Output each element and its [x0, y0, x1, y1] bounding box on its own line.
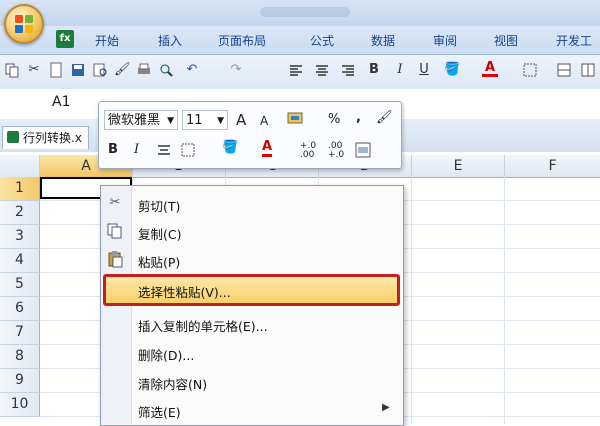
font-name-combo[interactable]: 微软雅黑 ▼ [104, 110, 178, 130]
fill-color-icon[interactable]: 🪣 [222, 140, 238, 155]
excel-file-icon [7, 131, 19, 143]
tab-view[interactable]: 视图 [494, 32, 518, 49]
redo-icon[interactable]: ↷ [228, 62, 244, 78]
tab-developer[interactable]: 开发工 [556, 32, 592, 49]
borders-icon[interactable] [522, 62, 538, 78]
bold-button[interactable]: B [366, 62, 382, 78]
submenu-arrow-icon: ▶ [382, 402, 390, 413]
tab-page-layout[interactable]: 页面布局 [218, 32, 266, 49]
name-box[interactable]: A1 [52, 94, 70, 110]
row-header-7[interactable]: 7 [0, 321, 40, 345]
office-logo-tile [25, 15, 33, 23]
menu-item-clear-contents[interactable]: 清除内容(N) [138, 374, 207, 393]
row-header-bar: 1 2 3 4 5 6 7 8 9 10 [0, 177, 40, 424]
cut-icon[interactable]: ✂ [26, 62, 42, 78]
tab-formulas[interactable]: 公式 [310, 32, 334, 49]
grid-line [504, 177, 505, 424]
row-header-1[interactable]: 1 [0, 177, 40, 201]
menu-item-copy[interactable]: 复制(C) [138, 224, 181, 243]
excel-icon[interactable]: fx [56, 30, 74, 48]
merge-cells-icon[interactable] [556, 62, 572, 78]
column-header-e[interactable]: E [412, 155, 505, 177]
office-logo-tile [25, 25, 33, 33]
format-painter-icon[interactable]: 🖌 [376, 110, 393, 125]
office-logo-tile [15, 25, 23, 33]
title-text-blurred [260, 7, 350, 17]
row-header-3[interactable]: 3 [0, 225, 40, 249]
increase-decimal-button[interactable]: +.0 .00 [300, 142, 322, 160]
office-logo-tile [15, 15, 23, 23]
shrink-font-button[interactable]: A [260, 114, 268, 128]
grow-font-button[interactable]: A [236, 111, 246, 129]
format-painter-icon[interactable]: 🖌 [114, 62, 131, 78]
undo-icon[interactable]: ↶ [184, 62, 200, 78]
tab-insert[interactable]: 插入 [158, 32, 182, 49]
new-icon[interactable] [48, 62, 64, 78]
row-header-2[interactable]: 2 [0, 201, 40, 225]
menu-item-delete[interactable]: 删除(D)... [138, 345, 194, 364]
menu-item-paste-special[interactable]: 选择性粘贴(V)... [138, 282, 231, 301]
tab-data[interactable]: 数据 [371, 32, 395, 49]
row-header-8[interactable]: 8 [0, 345, 40, 369]
decrease-decimal-button[interactable]: .00 +.0 [328, 142, 350, 160]
italic-button[interactable]: I [134, 142, 139, 157]
percent-style-button[interactable]: % [328, 112, 340, 127]
copy-icon[interactable] [4, 62, 20, 78]
font-color-button[interactable]: A [262, 140, 273, 157]
bold-button[interactable]: B [108, 142, 118, 157]
font-color-button[interactable]: A [482, 61, 498, 77]
row-header-6[interactable]: 6 [0, 297, 40, 321]
select-all-corner[interactable] [0, 155, 40, 177]
align-left-icon[interactable] [288, 62, 304, 78]
save-icon[interactable] [70, 62, 86, 78]
paste-icon [108, 251, 123, 268]
font-name-value: 微软雅黑 [108, 113, 161, 128]
font-size-value: 11 [186, 113, 203, 128]
row-header-5[interactable]: 5 [0, 273, 40, 297]
align-center-icon[interactable] [314, 62, 330, 78]
italic-button[interactable]: I [392, 62, 408, 78]
chevron-down-icon: ▼ [167, 116, 174, 126]
zoom-icon[interactable] [158, 62, 174, 78]
workbook-tab[interactable]: 行列转换.x [2, 126, 89, 149]
copy-icon [107, 223, 122, 239]
cut-icon: ✂ [109, 195, 121, 210]
menu-item-paste[interactable]: 粘贴(P) [138, 252, 180, 271]
font-size-combo[interactable]: 11 ▼ [182, 110, 228, 130]
chevron-down-icon: ▼ [217, 116, 224, 126]
underline-button[interactable]: U [416, 62, 432, 78]
tab-review[interactable]: 审阅 [433, 32, 457, 49]
print-preview-icon[interactable] [92, 62, 108, 78]
grid-line [411, 177, 412, 424]
wrap-text-icon[interactable] [580, 62, 596, 78]
workbook-tab-label: 行列转换.x [23, 131, 82, 145]
menu-item-insert-copied-cells[interactable]: 插入复制的单元格(E)... [138, 316, 268, 335]
column-header-f[interactable]: F [505, 155, 600, 177]
print-icon[interactable] [136, 62, 152, 78]
menu-item-cut[interactable]: 剪切(T) [138, 196, 180, 215]
title-bar [0, 0, 600, 26]
align-right-icon[interactable] [340, 62, 356, 78]
row-header-10[interactable]: 10 [0, 393, 40, 417]
merge-cells-icon[interactable] [354, 141, 372, 159]
comma-style-button[interactable]: , [356, 110, 361, 125]
align-center-icon[interactable] [156, 142, 172, 158]
row-header-4[interactable]: 4 [0, 249, 40, 273]
fill-color-icon[interactable]: 🪣 [444, 62, 460, 78]
row-header-9[interactable]: 9 [0, 369, 40, 393]
menu-item-filter[interactable]: 筛选(E) [138, 402, 181, 421]
office-button[interactable] [4, 4, 44, 44]
borders-icon[interactable] [180, 142, 196, 158]
tab-home[interactable]: 开始 [95, 32, 119, 49]
number-format-icon[interactable] [286, 109, 306, 129]
